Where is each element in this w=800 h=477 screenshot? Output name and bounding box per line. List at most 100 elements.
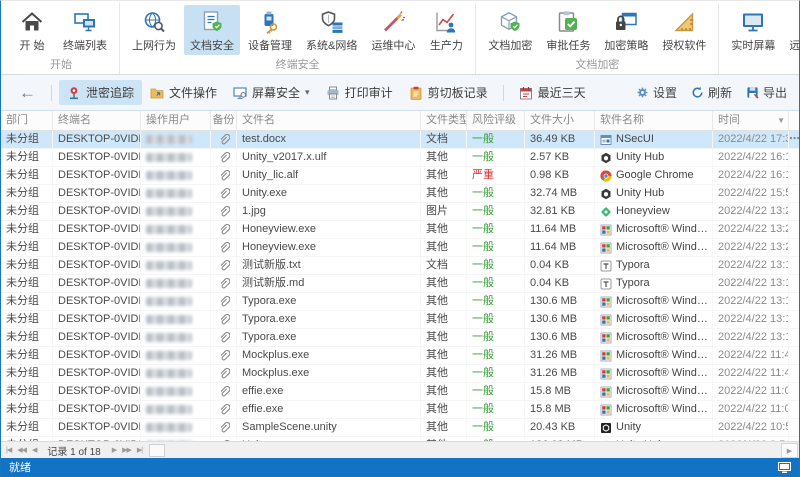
record-count-label: 记录 1 of 18 [47, 446, 101, 458]
toolbar-button-leak-trace[interactable]: 泄密追踪 [59, 80, 143, 105]
row-overflow-menu[interactable]: ⋯ [789, 131, 799, 148]
table-row[interactable]: 未分组 DESKTOP-0VIDMDJ effie.exe 其他 一般 15.8… [1, 383, 799, 401]
ribbon-group-label: 文档加密 [575, 59, 620, 71]
table-row[interactable]: 未分组 DESKTOP-0VIDMDJ Typora.exe 其他 一般 130… [1, 293, 799, 311]
ribbon-item-approval-tasks[interactable]: 审批任务 [540, 5, 596, 55]
toolbar-button-file-ops[interactable]: 文件操作 [142, 80, 225, 105]
ribbon-item-device-mgmt[interactable]: 设备管理 [242, 5, 298, 55]
table-row[interactable]: 未分组 DESKTOP-0VIDMDJ test.docx 文档 一般 36.4… [1, 131, 799, 149]
cell-department: 未分组 [1, 293, 53, 310]
windows-icon [600, 404, 612, 416]
column-header-6[interactable]: 风险评级 [467, 111, 525, 130]
toolbar-button-screen-security[interactable]: 屏幕安全 ▾ [225, 80, 318, 105]
table-row[interactable]: 未分组 DESKTOP-0VIDMDJ 1.jpg 图片 一般 32.81 KB… [1, 203, 799, 221]
table-row[interactable]: 未分组 DESKTOP-0VIDMDJ Unity_v2017.x.ulf 其他… [1, 149, 799, 167]
cell-department: 未分组 [1, 149, 53, 166]
paperclip-icon [218, 151, 230, 164]
toolbar-button-clipboard-record[interactable]: 剪切板记录 [401, 80, 496, 105]
row-overflow-menu [789, 185, 799, 202]
pagination-prev-icon[interactable]: |◀ [3, 446, 14, 454]
pagination-edit-box[interactable] [149, 443, 166, 457]
redacted-text [146, 225, 192, 234]
toolbar-button-print-audit[interactable]: 打印审计 [318, 80, 401, 105]
status-text: 就绪 [9, 462, 31, 474]
ribbon-item-doc-security[interactable]: 文档安全 [184, 5, 240, 55]
ribbon-item-authorized-software[interactable]: 授权软件 [656, 5, 712, 55]
ribbon-item-productivity[interactable]: 生产力 [423, 5, 469, 55]
cell-terminal: DESKTOP-0VIDMDJ [53, 365, 141, 382]
redacted-text [146, 297, 192, 306]
cell-filetype: 其他 [421, 383, 467, 400]
ribbon-item-ops-center[interactable]: 运维中心 [365, 5, 421, 55]
table-row[interactable]: 未分组 DESKTOP-0VIDMDJ Honeyview.exe 其他 一般 … [1, 221, 799, 239]
toolbar-button-export[interactable]: 导出 [744, 81, 789, 104]
table-row[interactable]: 未分组 DESKTOP-0VIDMDJ Typora.exe 其他 一般 130… [1, 311, 799, 329]
redacted-text [146, 369, 192, 378]
ribbon-item-realtime-screen[interactable]: 实时屏幕 [725, 5, 781, 55]
cell-terminal: DESKTOP-0VIDMDJ [53, 221, 141, 238]
redacted-text [146, 351, 192, 360]
pagination-bar: |◀ ◀◀ ◀ 记录 1 of 18 ▶ ▶▶ ▶| ▶ [1, 441, 799, 458]
back-button[interactable]: ← [11, 83, 44, 103]
cell-risk: 一般 [467, 221, 525, 238]
column-header-5[interactable]: 文件类型 [421, 111, 467, 130]
ribbon-item-system-network[interactable]: 系统&网络 [300, 5, 363, 55]
pagination-next-icon[interactable]: ▶ [109, 446, 119, 454]
column-header-4[interactable]: 文件名 [237, 111, 421, 130]
cell-department: 未分组 [1, 383, 53, 400]
row-overflow-menu [789, 419, 799, 436]
statusbar-monitor-icon[interactable] [778, 461, 791, 473]
toolbar-button-label: 剪切板记录 [427, 86, 488, 100]
table-row[interactable]: 未分组 DESKTOP-0VIDMDJ Unity.exe 其他 一般 32.7… [1, 185, 799, 203]
ribbon-item-encrypt-policy[interactable]: 加密策略 [598, 5, 654, 55]
table-row[interactable]: 未分组 DESKTOP-0VIDMDJ Unity_lic.alf 其他 严重 … [1, 167, 799, 185]
cell-risk: 一般 [467, 365, 525, 382]
toolbar-button-recent-3days[interactable]: 最近三天 [511, 80, 594, 105]
hscroll-right-arrow[interactable]: ▶ [781, 443, 798, 458]
cell-user-redacted [141, 257, 211, 274]
redacted-text [146, 135, 192, 144]
toolbar-separator [502, 84, 504, 101]
web-icon [142, 9, 166, 35]
cell-user-redacted [141, 131, 211, 148]
cell-department: 未分组 [1, 311, 53, 328]
cell-filename: Typora.exe [237, 311, 421, 328]
table-row[interactable]: 未分组 DESKTOP-0VIDMDJ Typora.exe 其他 一般 130… [1, 329, 799, 347]
pagination-prev-icon[interactable]: ◀ [29, 446, 39, 454]
pagination-next-icon[interactable]: ▶| [134, 446, 145, 454]
pagination-prev-icon[interactable]: ◀◀ [14, 446, 29, 454]
column-header-2[interactable]: 操作用户 [141, 111, 211, 130]
cell-time: 2022/4/22 13:27:25 [713, 239, 789, 256]
ribbon-item-home[interactable]: 开 始 [9, 5, 55, 55]
redacted-text [146, 153, 192, 162]
column-header-0[interactable]: 部门 [1, 111, 53, 130]
clipboard-check-icon [556, 9, 580, 35]
column-header-3[interactable]: 备份 [211, 111, 237, 130]
nsec-icon [600, 134, 612, 146]
ribbon-item-remote-assist[interactable]: 远程协助 [783, 5, 800, 55]
table-row[interactable]: 未分组 DESKTOP-0VIDMDJ effie.exe 其他 一般 15.8… [1, 401, 799, 419]
row-overflow-menu [789, 167, 799, 184]
table-row[interactable]: 未分组 DESKTOP-0VIDMDJ SampleScene.unity 其他… [1, 419, 799, 437]
windows-icon [600, 332, 612, 344]
ribbon-item-terminal-list[interactable]: 终端列表 [57, 5, 113, 55]
toolbar-button-refresh[interactable]: 刷新 [689, 81, 734, 104]
table-row[interactable]: 未分组 DESKTOP-0VIDMDJ Honeyview.exe 其他 一般 … [1, 239, 799, 257]
cell-time: 2022/4/22 13:14:09 [713, 311, 789, 328]
toolbar-button-settings[interactable]: 设置 [634, 81, 679, 104]
ribbon-item-doc-encrypt[interactable]: 文档加密 [482, 5, 538, 55]
cell-department: 未分组 [1, 131, 53, 148]
column-header-8[interactable]: 软件名称 [595, 111, 713, 130]
row-overflow-menu [789, 275, 799, 292]
column-header-7[interactable]: 文件大小 [525, 111, 595, 130]
cell-filesize: 130.6 MB [525, 329, 595, 346]
pagination-next-icon[interactable]: ▶▶ [119, 446, 134, 454]
table-row[interactable]: 未分组 DESKTOP-0VIDMDJ Mockplus.exe 其他 一般 3… [1, 347, 799, 365]
ribbon-item-web-behavior[interactable]: 上网行为 [126, 5, 182, 55]
table-row[interactable]: 未分组 DESKTOP-0VIDMDJ 测试新版.md 其他 一般 0.04 K… [1, 275, 799, 293]
column-header-1[interactable]: 终端名 [53, 111, 141, 130]
column-header-9[interactable]: 时间 ▼ [713, 111, 789, 130]
table-row[interactable]: 未分组 DESKTOP-0VIDMDJ 测试新版.txt 文档 一般 0.04 … [1, 257, 799, 275]
table-row[interactable]: 未分组 DESKTOP-0VIDMDJ Mockplus.exe 其他 一般 3… [1, 365, 799, 383]
windows-icon [600, 314, 612, 326]
